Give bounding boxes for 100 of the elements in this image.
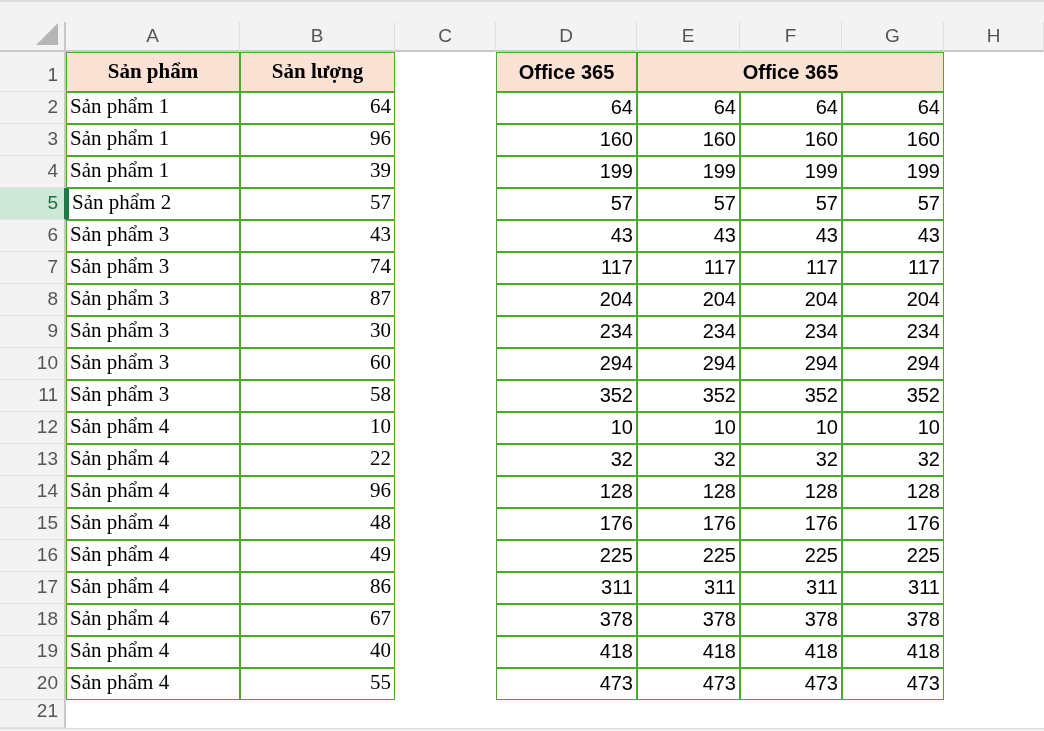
table-cell: 204 [496, 284, 637, 316]
table-cell: 311 [842, 572, 944, 604]
row-header[interactable]: 18 [0, 604, 66, 636]
row-header[interactable]: 11 [0, 380, 66, 412]
table-cell: 43 [740, 220, 842, 252]
table-cell: 86 [240, 572, 395, 604]
row-header[interactable]: 16 [0, 540, 66, 572]
row-header[interactable]: 20 [0, 668, 66, 700]
table-cell: 57 [842, 188, 944, 220]
row-header[interactable]: 13 [0, 444, 66, 476]
table-cell: 49 [240, 540, 395, 572]
table-cell: 418 [740, 636, 842, 668]
select-all-corner[interactable] [0, 22, 66, 52]
table-cell: 473 [740, 668, 842, 700]
table-cell: 378 [496, 604, 637, 636]
row-header[interactable]: 1 [0, 52, 66, 92]
column-header[interactable]: D [496, 22, 637, 52]
table-cell: Sản phẩm 4 [66, 572, 240, 604]
row-header[interactable]: 19 [0, 636, 66, 668]
table-cell: 22 [240, 444, 395, 476]
table-cell: Sản phẩm 3 [66, 220, 240, 252]
table-cell: 473 [496, 668, 637, 700]
table-cell: 176 [496, 508, 637, 540]
table-cell: 64 [496, 92, 637, 124]
table-cell: 204 [740, 284, 842, 316]
table-cell: 128 [496, 476, 637, 508]
table-cell: 10 [240, 412, 395, 444]
table-cell: 32 [740, 444, 842, 476]
table-cell: 10 [740, 412, 842, 444]
table-cell: 378 [637, 604, 740, 636]
table-cell: Sản phẩm 4 [66, 604, 240, 636]
row-header[interactable]: 6 [0, 220, 66, 252]
row-header[interactable]: 15 [0, 508, 66, 540]
table-cell: Sản phẩm 3 [66, 284, 240, 316]
row-header[interactable]: 3 [0, 124, 66, 156]
table-cell: 57 [740, 188, 842, 220]
table-cell: 117 [637, 252, 740, 284]
table-cell: 40 [240, 636, 395, 668]
table-cell: 32 [637, 444, 740, 476]
table-cell: 87 [240, 284, 395, 316]
column-header[interactable]: E [637, 22, 740, 52]
row-header[interactable]: 8 [0, 284, 66, 316]
table-cell: 10 [842, 412, 944, 444]
table-cell: 160 [842, 124, 944, 156]
table-cell: Sản phẩm 1 [66, 124, 240, 156]
row-header[interactable]: 9 [0, 316, 66, 348]
table-cell: 418 [496, 636, 637, 668]
table-cell: 67 [240, 604, 395, 636]
table-cell: 30 [240, 316, 395, 348]
table-cell: 199 [842, 156, 944, 188]
table-cell: Sản phẩm 4 [66, 540, 240, 572]
column-title: Office 365 [637, 52, 944, 92]
table-cell: Sản phẩm 4 [66, 508, 240, 540]
column-title: Sản phẩm [66, 52, 240, 92]
row-header[interactable]: 2 [0, 92, 66, 124]
table-cell: Sản phẩm 4 [66, 412, 240, 444]
table-cell: 43 [240, 220, 395, 252]
table-cell: Sản phẩm 4 [66, 636, 240, 668]
table-cell: 199 [637, 156, 740, 188]
column-header[interactable]: F [740, 22, 842, 52]
column-header[interactable]: B [240, 22, 395, 52]
table-cell: 294 [496, 348, 637, 380]
table-cell: 64 [240, 92, 395, 124]
table-cell: 43 [496, 220, 637, 252]
table-cell: 234 [842, 316, 944, 348]
table-cell: 96 [240, 476, 395, 508]
column-header[interactable]: G [842, 22, 944, 52]
table-cell: 48 [240, 508, 395, 540]
table-cell: 160 [740, 124, 842, 156]
table-cell: 204 [842, 284, 944, 316]
table-cell: 57 [240, 188, 395, 220]
column-header[interactable]: H [944, 22, 1044, 52]
table-cell: 418 [637, 636, 740, 668]
table-cell: 352 [496, 380, 637, 412]
table-cell: 225 [740, 540, 842, 572]
table-cell: 352 [842, 380, 944, 412]
table-cell: 176 [842, 508, 944, 540]
table-cell: Sản phẩm 3 [66, 380, 240, 412]
row-header[interactable]: 7 [0, 252, 66, 284]
table-cell: 378 [740, 604, 842, 636]
table-cell: 225 [842, 540, 944, 572]
table-cell: Sản phẩm 3 [66, 348, 240, 380]
table-cell: Sản phẩm 4 [66, 476, 240, 508]
row-header[interactable]: 10 [0, 348, 66, 380]
table-cell: 294 [637, 348, 740, 380]
table-cell: 96 [240, 124, 395, 156]
table-cell: 64 [740, 92, 842, 124]
column-header[interactable]: C [395, 22, 496, 52]
table-cell: 43 [842, 220, 944, 252]
row-header[interactable]: 5 [0, 188, 66, 220]
row-header[interactable]: 12 [0, 412, 66, 444]
table-cell: 128 [842, 476, 944, 508]
table-cell: 294 [842, 348, 944, 380]
row-header[interactable]: 14 [0, 476, 66, 508]
row-header[interactable]: 17 [0, 572, 66, 604]
table-cell: 204 [637, 284, 740, 316]
column-header[interactable]: A [66, 22, 240, 52]
table-cell: 199 [740, 156, 842, 188]
row-header[interactable]: 4 [0, 156, 66, 188]
row-header[interactable]: 21 [0, 700, 66, 728]
